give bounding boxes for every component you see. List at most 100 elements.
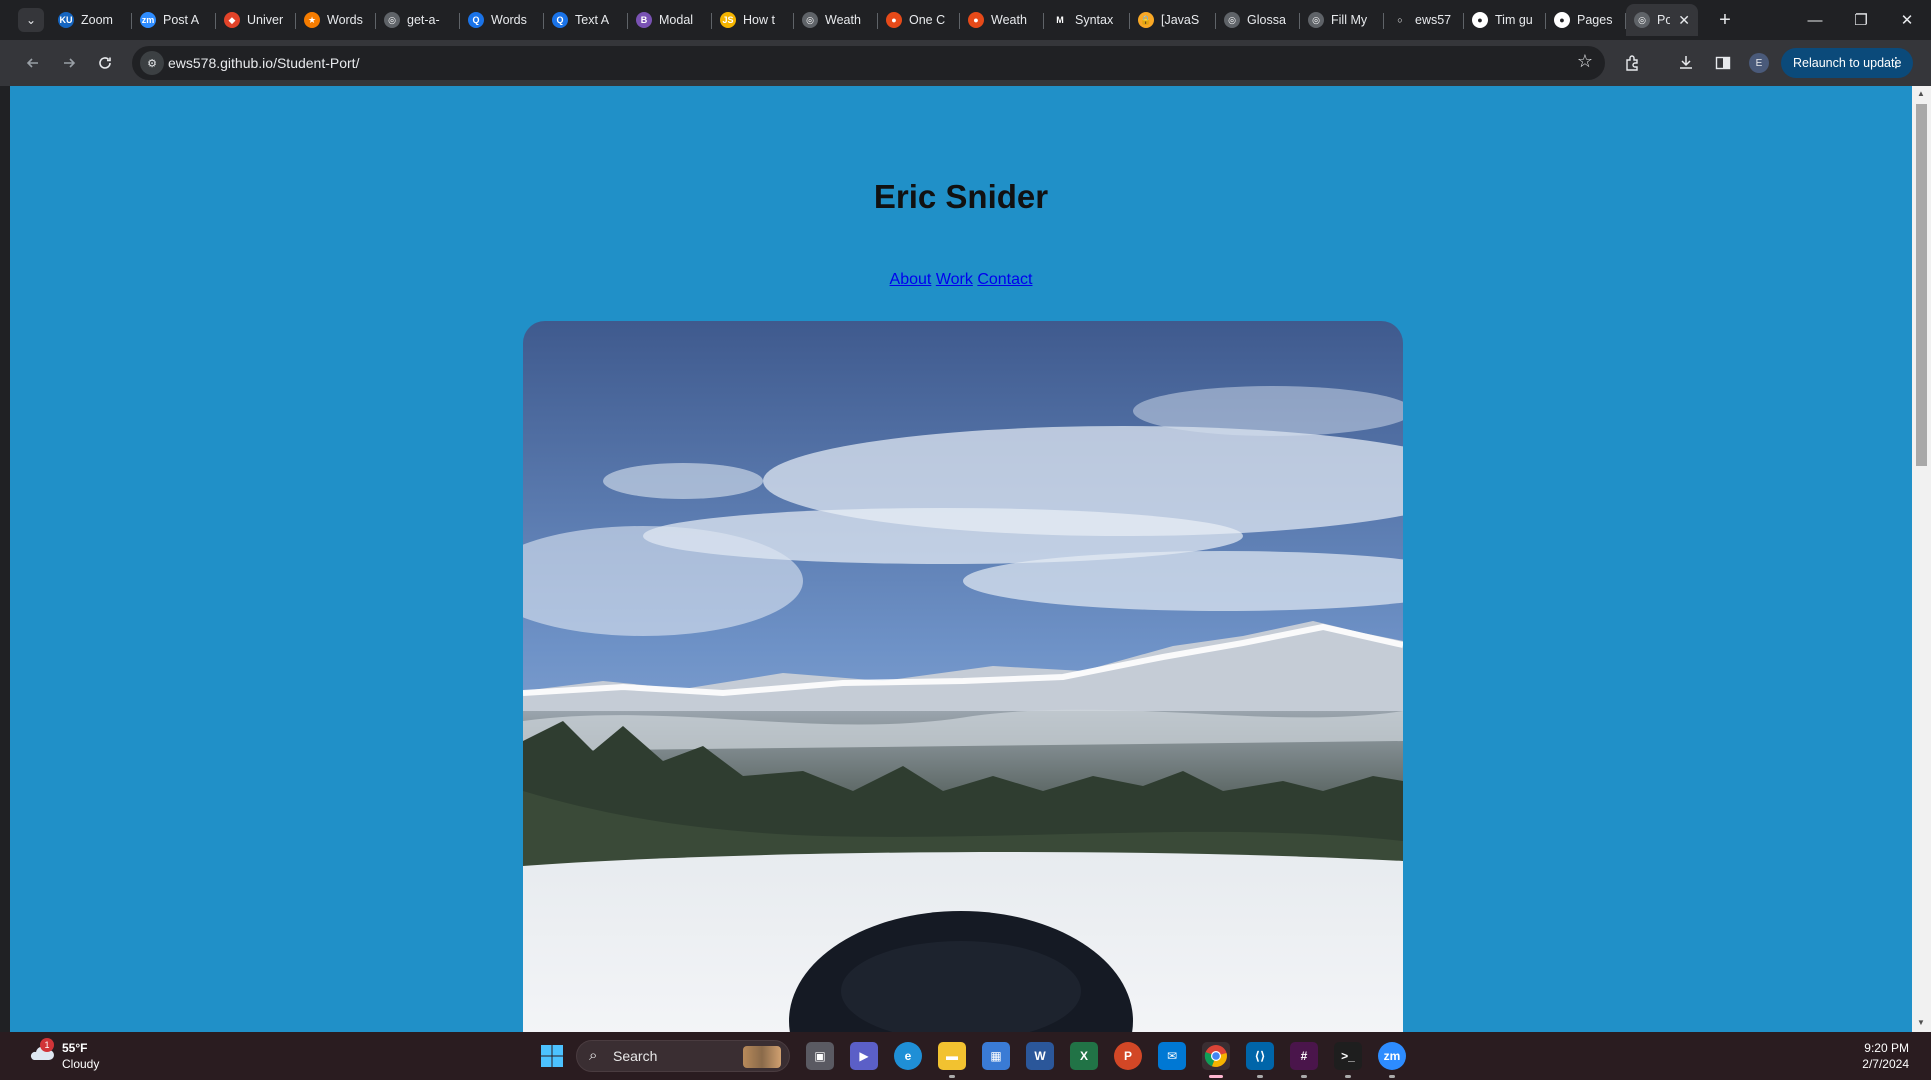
browser-tab[interactable]: JS How t <box>712 4 794 36</box>
browser-tab[interactable]: ◎ Weath <box>794 4 878 36</box>
windows-start-icon[interactable] <box>540 1044 564 1068</box>
bookmark-star-icon[interactable]: ☆ <box>1577 51 1593 72</box>
nav-link-about[interactable]: About <box>890 271 932 288</box>
chrome-icon[interactable] <box>1202 1042 1230 1070</box>
microsoft-store-icon[interactable]: ▦ <box>982 1042 1010 1070</box>
nav-link-work[interactable]: Work <box>936 271 973 288</box>
close-tab-icon[interactable]: ✕ <box>1678 12 1690 29</box>
browser-tab[interactable]: Q Text A <box>544 4 628 36</box>
tab-search-button[interactable]: ⌄ <box>18 8 44 32</box>
browser-tab[interactable]: M Syntax <box>1044 4 1130 36</box>
profile-avatar[interactable]: E <box>1749 53 1769 73</box>
tab-title: Modal <box>659 13 694 27</box>
url-text[interactable]: ews578.github.io/Student-Port/ <box>168 55 359 71</box>
taskbar-search-label: Search <box>613 1048 658 1064</box>
tab-title: [JavaS <box>1161 13 1200 27</box>
system-clock[interactable]: 9:20 PM 2/7/2024 <box>1862 1040 1909 1072</box>
tab-title: Post A <box>163 13 200 27</box>
ski-mountain-photo <box>523 321 1403 1032</box>
browser-tab[interactable]: ● One C <box>878 4 960 36</box>
task-view-icon[interactable]: ▣ <box>806 1042 834 1070</box>
tab-title: Pages <box>1577 13 1613 27</box>
browser-tab[interactable]: ◆ Univer <box>216 4 296 36</box>
tab-title: One C <box>909 13 946 27</box>
globe-icon: ◎ <box>802 12 818 28</box>
github-icon: ● <box>1472 12 1488 28</box>
reload-button[interactable] <box>91 49 119 77</box>
browser-tab[interactable]: ○ ews57 <box>1384 4 1464 36</box>
download-icon[interactable] <box>1674 51 1698 75</box>
browser-tab[interactable]: ◎ Glossa <box>1216 4 1300 36</box>
zoom-app-icon[interactable]: zm <box>1378 1042 1406 1070</box>
q-icon: Q <box>468 12 484 28</box>
search-highlight-image <box>743 1046 781 1068</box>
weather-badge: 1 <box>40 1038 54 1052</box>
browser-tab[interactable]: 🔒 [JavaS <box>1130 4 1216 36</box>
page-title: Eric Snider <box>873 178 1049 215</box>
lock-icon: 🔒 <box>1138 12 1154 28</box>
tab-title: ews57 <box>1415 13 1452 27</box>
slack-icon[interactable]: # <box>1290 1042 1318 1070</box>
running-indicator <box>1345 1075 1351 1078</box>
browser-toolbar: ⚙ ews578.github.io/Student-Port/ ☆ E Rel… <box>0 40 1931 86</box>
address-bar[interactable]: ⚙ ews578.github.io/Student-Port/ ☆ <box>132 46 1605 80</box>
forward-button[interactable] <box>55 49 83 77</box>
powerpoint-icon[interactable]: P <box>1114 1042 1142 1070</box>
globe-icon: ◎ <box>1224 12 1240 28</box>
word-icon[interactable]: W <box>1026 1042 1054 1070</box>
nav-link-contact[interactable]: Contact <box>977 271 1032 288</box>
page-scrollbar[interactable]: ▲ ▼ <box>1912 86 1931 1032</box>
close-window-button[interactable]: ✕ <box>1884 0 1930 40</box>
minimize-button[interactable]: — <box>1792 0 1838 40</box>
tab-title: Fill My <box>1331 13 1368 27</box>
search-icon: ⌕ <box>589 1047 598 1064</box>
browser-tab[interactable]: B Modal <box>628 4 712 36</box>
excel-icon[interactable]: X <box>1070 1042 1098 1070</box>
arrow-left-icon <box>26 58 38 68</box>
back-button[interactable] <box>19 49 47 77</box>
page-viewport: Eric Snider About Work Contact <box>10 86 1912 1032</box>
terminal-icon[interactable]: >_ <box>1334 1042 1362 1070</box>
tab-title: Text A <box>575 13 610 27</box>
file-explorer-icon[interactable]: ▬ <box>938 1042 966 1070</box>
tab-title: Glossa <box>1247 13 1286 27</box>
browser-tab[interactable]: KU Zoom <box>50 4 132 36</box>
browser-tab[interactable]: ◎ Fill My <box>1300 4 1384 36</box>
scrollbar-thumb[interactable] <box>1916 104 1927 466</box>
taskbar-search[interactable]: ⌕ Search <box>576 1040 790 1072</box>
vscode-icon[interactable]: ⟨⟩ <box>1246 1042 1274 1070</box>
side-panel-icon[interactable] <box>1711 51 1735 75</box>
new-tab-button[interactable]: + <box>1713 8 1737 32</box>
scroll-up-icon[interactable]: ▲ <box>1917 89 1925 98</box>
extensions-icon[interactable] <box>1621 51 1645 75</box>
relaunch-button[interactable]: Relaunch to update ⋮ <box>1781 48 1913 78</box>
browser-tab[interactable]: Q Words <box>460 4 544 36</box>
mail-icon[interactable]: ✉ <box>1158 1042 1186 1070</box>
arrow-right-icon <box>64 58 76 68</box>
hero-image <box>523 321 1403 1032</box>
brain-icon: ● <box>886 12 902 28</box>
teams-icon[interactable]: ▶ <box>850 1042 878 1070</box>
browser-tab[interactable]: ◎ get-a- <box>376 4 460 36</box>
site-info-icon[interactable]: ⚙ <box>140 51 164 75</box>
gitlab-icon: ◆ <box>224 12 240 28</box>
restore-button[interactable]: ❐ <box>1838 0 1884 40</box>
tab-title: Univer <box>247 13 284 27</box>
scroll-down-icon[interactable]: ▼ <box>1917 1018 1925 1027</box>
edge-icon[interactable]: e <box>894 1042 922 1070</box>
browser-tab[interactable]: ◎ Po ✕ <box>1626 4 1698 36</box>
tab-strip: ⌄ KU Zoom zm Post A ◆ Univer ★ Words ◎ get-a- Q Wor… <box>0 0 1931 40</box>
browser-tab[interactable]: ● Weath <box>960 4 1044 36</box>
weather-temp: 55°F <box>62 1041 88 1055</box>
tab-title: Weath <box>991 13 1027 27</box>
browser-tab[interactable]: ● Pages <box>1546 4 1626 36</box>
running-indicator <box>1301 1075 1307 1078</box>
browser-tab[interactable]: ★ Words <box>296 4 376 36</box>
running-indicator <box>1389 1075 1395 1078</box>
browser-tab[interactable]: zm Post A <box>132 4 216 36</box>
more-menu-icon[interactable]: ⋮ <box>1889 54 1903 71</box>
tab-title: get-a- <box>407 13 440 27</box>
browser-tab[interactable]: ● Tim gu <box>1464 4 1546 36</box>
w3schools-icon: JS <box>720 12 736 28</box>
active-indicator <box>1209 1075 1223 1078</box>
